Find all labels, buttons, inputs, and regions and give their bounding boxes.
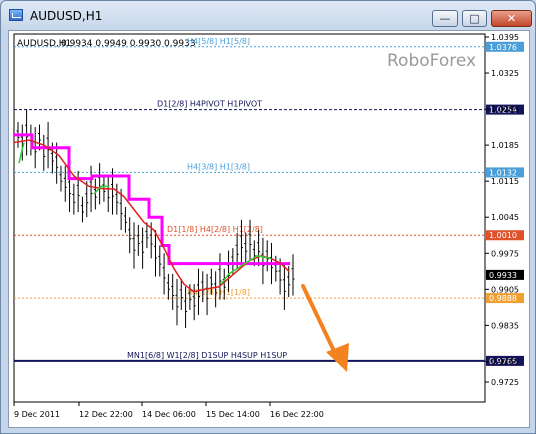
chart-window-icon: [9, 9, 23, 21]
price-tick-label: 0.9765: [491, 357, 519, 366]
time-tick-label: 14 Dec 06:00: [142, 410, 196, 419]
minimize-icon: —: [439, 12, 451, 25]
level-price-value: 0.9888: [489, 294, 517, 303]
minimize-button[interactable]: —: [432, 10, 458, 27]
level-price-value: 1.0376: [489, 43, 517, 52]
price-tick-label: 1.0185: [491, 141, 519, 150]
close-button[interactable]: ✕: [491, 10, 532, 27]
time-tick-label: 9 Dec 2011: [14, 410, 60, 419]
price-tick-label: 0.9905: [491, 285, 519, 294]
price-tick-label: 1.0395: [491, 33, 519, 42]
price-tick-label: 1.0115: [491, 177, 519, 186]
maximize-button[interactable]: □: [462, 10, 487, 27]
level-label: H4[5/8] H1[5/8]: [187, 37, 250, 46]
price-chart[interactable]: AUDUSD,H1 0.9934 0.9949 0.9930 0.9933 Ro…: [9, 31, 529, 427]
window-title: AUDUSD,H1: [30, 9, 103, 23]
maximize-icon: □: [469, 12, 480, 25]
price-tick-label: 0.9725: [491, 378, 519, 387]
price-tick-label: 0.9975: [491, 249, 519, 258]
chart-window: AUDUSD,H1 — □ ✕ AUDUSD,H1 0.9934 0.9949 …: [0, 0, 536, 434]
ohlc-values: 0.9934 0.9949 0.9930 0.9933: [61, 39, 196, 49]
price-tick-label: 1.0325: [491, 69, 519, 78]
level-price-value: 1.0010: [489, 231, 517, 240]
close-icon: ✕: [506, 12, 517, 25]
price-tick-label: 1.0045: [491, 213, 519, 222]
time-tick-label: 12 Dec 22:00: [79, 410, 133, 419]
time-tick-label: 15 Dec 14:00: [206, 410, 260, 419]
watermark: RoboForex: [387, 51, 476, 71]
price-tick-label: 0.9835: [491, 321, 519, 330]
plot-frame: [13, 33, 486, 403]
chart-area[interactable]: AUDUSD,H1 0.9934 0.9949 0.9930 0.9933 Ro…: [8, 30, 530, 428]
level-label: H4[1/8] H1[1/8]: [187, 288, 250, 297]
level-label: D1[1/8] H4[2/8] H1[2/8]: [167, 225, 263, 234]
level-label: H4[3/8] H1[3/8]: [187, 162, 250, 171]
price-tick-label: 1.0255: [491, 105, 519, 114]
time-tick-label: 16 Dec 22:00: [270, 410, 324, 419]
title-bar[interactable]: AUDUSD,H1 — □ ✕: [1, 1, 535, 29]
level-label: D1[2/8] H4PIVOT H1PIVOT: [157, 100, 262, 109]
level-label: MN1[6/8] W1[2/8] D1SUP H4SUP H1SUP: [127, 351, 287, 360]
current-price-value: 0.9933: [489, 271, 517, 280]
level-price-value: 1.0132: [489, 168, 517, 177]
